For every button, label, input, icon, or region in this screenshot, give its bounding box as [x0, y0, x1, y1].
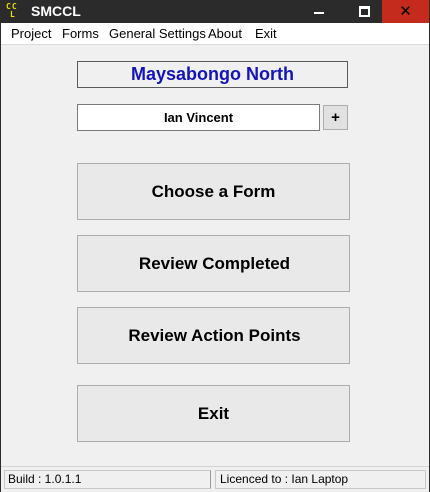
minimize-button[interactable] [300, 0, 337, 23]
menu-general-settings[interactable]: General Settings [109, 26, 206, 41]
menu-project[interactable]: Project [11, 26, 51, 41]
close-icon: ✕ [399, 2, 412, 20]
menu-exit[interactable]: Exit [255, 26, 277, 41]
exit-button[interactable]: Exit [77, 385, 350, 442]
menu-bar: Project Forms General Settings About Exi… [1, 23, 429, 45]
app-icon: CC L [6, 2, 24, 20]
minimize-icon [313, 11, 324, 14]
status-bar: Build : 1.0.1.1 Licenced to : Ian Laptop [1, 466, 429, 492]
review-action-points-button[interactable]: Review Action Points [77, 307, 350, 364]
add-user-button[interactable]: + [323, 105, 348, 130]
review-completed-button[interactable]: Review Completed [77, 235, 350, 292]
project-name-display: Maysabongo North [77, 61, 348, 88]
window-title: SMCCL [31, 3, 81, 19]
menu-about[interactable]: About [208, 26, 242, 41]
choose-form-button[interactable]: Choose a Form [77, 163, 350, 220]
app-window: CC L SMCCL ✕ Project Forms General Setti… [0, 0, 430, 492]
user-name-field[interactable]: Ian Vincent [77, 104, 320, 131]
close-button[interactable]: ✕ [382, 0, 429, 23]
app-icon-letters-bottom: L [10, 10, 15, 19]
title-bar[interactable]: CC L SMCCL ✕ [1, 0, 429, 23]
menu-forms[interactable]: Forms [62, 26, 99, 41]
maximize-button[interactable] [346, 0, 383, 23]
licence-info: Licenced to : Ian Laptop [215, 470, 426, 489]
maximize-icon [359, 6, 370, 17]
build-version: Build : 1.0.1.1 [4, 470, 211, 489]
